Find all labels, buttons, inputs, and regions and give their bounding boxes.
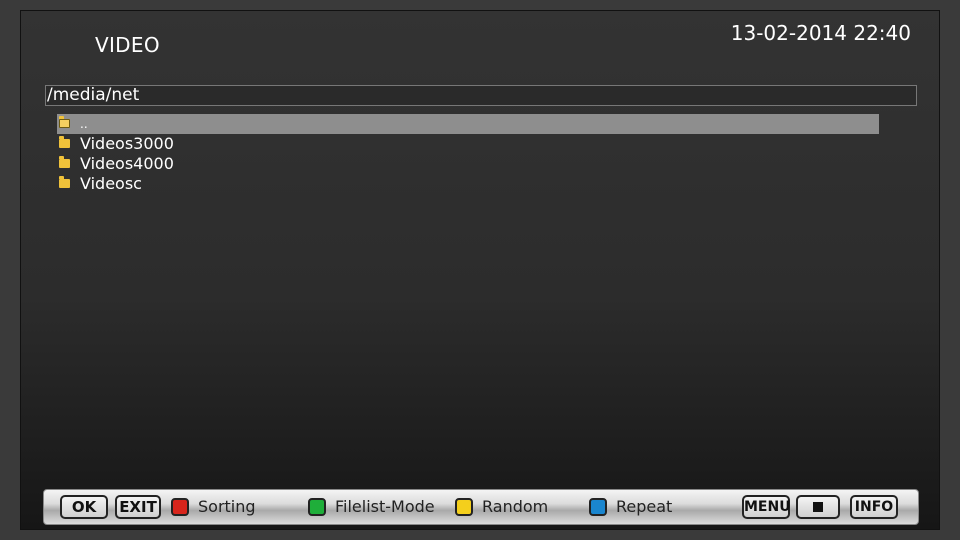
list-item-label: Videos3000: [80, 134, 174, 153]
repeat-label: Repeat: [616, 497, 673, 516]
page-title: VIDEO: [95, 33, 160, 57]
file-list: .. Videos3000 Videos4000 Videosc: [57, 114, 879, 194]
exit-button[interactable]: EXIT: [115, 495, 161, 519]
list-item-label: ..: [80, 117, 88, 131]
stop-button[interactable]: [796, 495, 840, 519]
random-label: Random: [482, 497, 549, 516]
folder-icon: [59, 136, 70, 148]
green-button[interactable]: [308, 498, 326, 516]
button-bar: OK EXIT Sorting Filelist-Mode Random Rep…: [43, 489, 919, 525]
blue-button[interactable]: [589, 498, 607, 516]
list-item-videos4000[interactable]: Videos4000: [57, 154, 879, 174]
folder-icon: [59, 156, 70, 168]
ok-button[interactable]: OK: [60, 495, 108, 519]
video-browser-screen: VIDEO 13-02-2014 22:40 /media/net .. Vid…: [20, 10, 940, 530]
list-item-label: Videosc: [80, 174, 142, 193]
stop-icon: [813, 502, 823, 512]
list-item-videos3000[interactable]: Videos3000: [57, 134, 879, 154]
list-item-videosc[interactable]: Videosc: [57, 174, 879, 194]
folder-icon: [59, 176, 70, 188]
folder-up-icon: [59, 116, 70, 128]
red-button[interactable]: [171, 498, 189, 516]
datetime-display: 13-02-2014 22:40: [730, 21, 911, 45]
filelist-mode-label: Filelist-Mode: [335, 497, 435, 516]
menu-button[interactable]: MENU: [742, 495, 791, 519]
sorting-label: Sorting: [198, 497, 256, 516]
list-item-label: Videos4000: [80, 154, 174, 173]
info-button[interactable]: INFO: [850, 495, 898, 519]
current-path: /media/net: [45, 85, 917, 106]
yellow-button[interactable]: [455, 498, 473, 516]
list-item-parent-folder[interactable]: ..: [57, 114, 879, 134]
